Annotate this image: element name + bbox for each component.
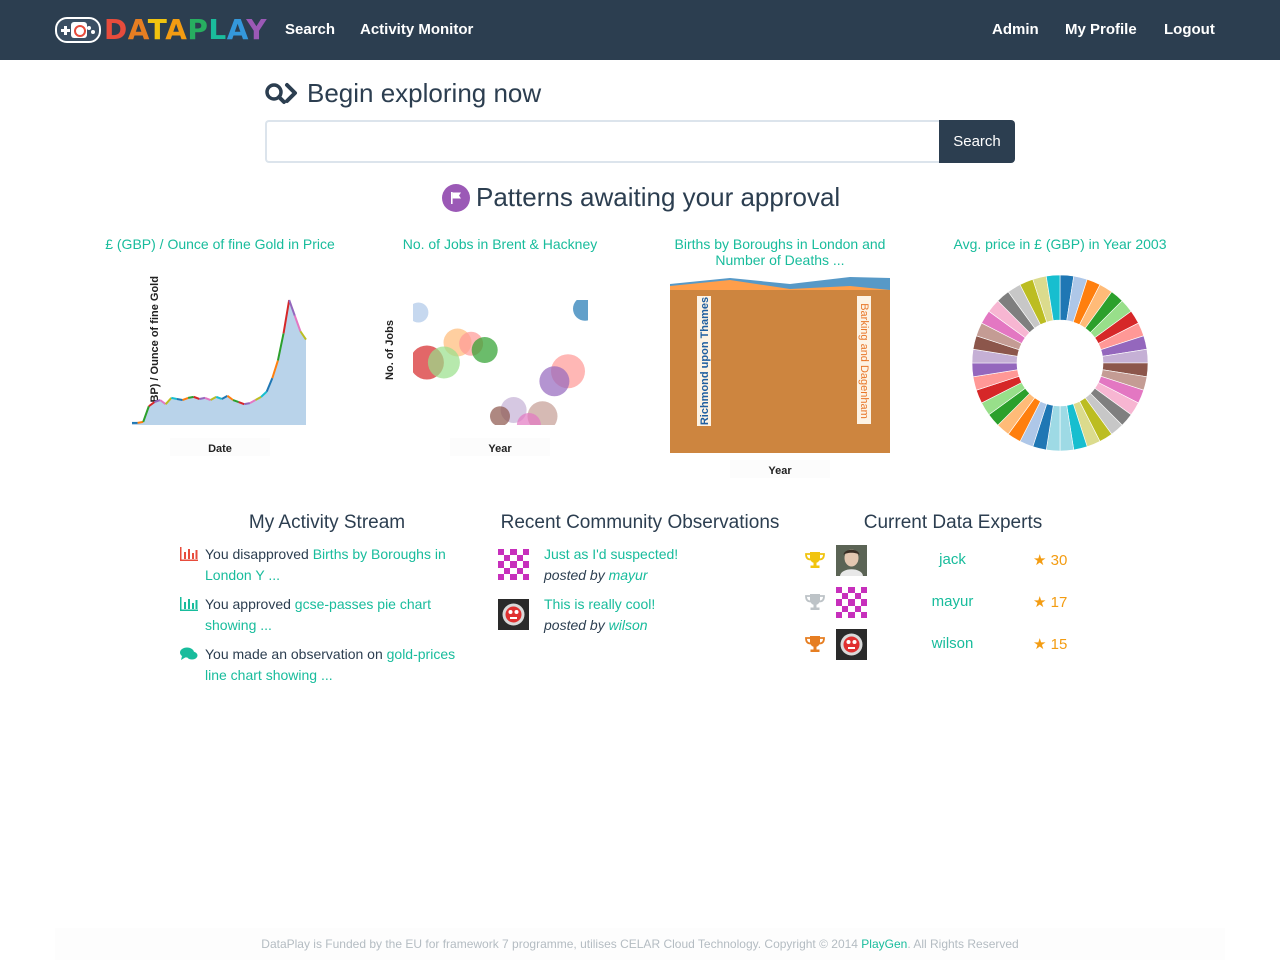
expert-name-link[interactable]: jack <box>905 551 1000 568</box>
donut-plot-area <box>971 274 1149 452</box>
jobs-bubble <box>490 406 510 425</box>
user-avatar[interactable] <box>836 545 867 576</box>
bronze-trophy-icon <box>805 636 825 652</box>
star-icon: ★ <box>1033 594 1047 611</box>
nav-link-logout[interactable]: Logout <box>1164 20 1215 40</box>
births-x-axis-label: Year <box>768 465 792 477</box>
search-input[interactable] <box>265 120 939 163</box>
activity-text: You disapproved <box>205 546 313 562</box>
gamepad-logo-icon <box>55 17 101 43</box>
identicon-avatar[interactable] <box>498 549 529 580</box>
patterns-heading-text: Patterns awaiting your approval <box>476 182 841 212</box>
series-label-barking: Barking and Dagenham <box>858 303 870 419</box>
comments-icon <box>180 647 198 660</box>
expert-score: ★ 17 <box>1033 594 1068 611</box>
footer: DataPlay is Funded by the EU for framewo… <box>55 928 1225 960</box>
gold-line-segment <box>171 396 178 400</box>
gold-line-segment <box>187 395 194 399</box>
avg-price-donut-chart[interactable] <box>965 268 1155 458</box>
search-arrow-icon <box>265 82 297 104</box>
gold-line-segment <box>244 402 251 406</box>
observation-meta: posted by mayur <box>544 567 648 583</box>
flag-icon <box>442 183 470 212</box>
nav-link-activity-monitor[interactable]: Activity Monitor <box>360 20 473 40</box>
nav-link-search[interactable]: Search <box>285 20 335 40</box>
series-label-richmond: Richmond upon Thames <box>699 297 711 425</box>
expert-row: jack ★ 30 <box>805 545 1085 576</box>
experts-heading: Current Data Experts <box>863 512 1043 533</box>
observation-user-link[interactable]: mayur <box>609 567 648 583</box>
bar-chart-icon <box>180 547 198 561</box>
jobs-bubble <box>573 300 588 321</box>
explore-heading-text: Begin exploring now <box>307 78 542 108</box>
star-icon: ★ <box>1033 552 1047 569</box>
brand-logo[interactable]: DATAPLAY <box>55 14 267 46</box>
observation-link[interactable]: Just as I'd suspected! <box>544 544 678 564</box>
jobs-x-axis-label: Year <box>488 443 512 455</box>
expert-name-link[interactable]: wilson <box>905 635 1000 652</box>
births-area-chart[interactable]: Richmond upon Thames Barking and Dagenha… <box>670 276 890 482</box>
jobs-bubble <box>471 337 498 363</box>
expert-row: mayur ★ 17 <box>805 587 1085 618</box>
observation-link[interactable]: This is really cool! <box>544 594 655 614</box>
search-button[interactable]: Search <box>939 120 1015 163</box>
jobs-bubble-chart[interactable]: Year No. of Jobs <box>380 290 595 460</box>
nav-link-admin[interactable]: Admin <box>992 20 1039 40</box>
gold-line-segment <box>176 397 183 401</box>
expert-score: ★ 15 <box>1033 636 1068 653</box>
activity-text: You made an observation on <box>205 646 387 662</box>
user-avatar[interactable] <box>836 629 867 660</box>
playgen-link[interactable]: PlayGen <box>861 937 907 951</box>
expert-name-link[interactable]: mayur <box>905 593 1000 610</box>
jobs-bubble <box>427 346 460 379</box>
footer-text: DataPlay is Funded by the EU for framewo… <box>261 937 862 951</box>
chart-title-births[interactable]: Births by Boroughs in London and Number … <box>650 236 910 268</box>
chart-title-avg-price[interactable]: Avg. price in £ (GBP) in Year 2003 <box>930 236 1190 252</box>
observation-meta: posted by wilson <box>544 617 648 633</box>
jobs-bubble <box>516 413 541 425</box>
user-avatar[interactable] <box>498 599 529 630</box>
gold-trophy-icon <box>805 552 825 568</box>
gold-price-chart[interactable]: Date £ (GBP) / Ounce of fine Gold <box>130 270 320 460</box>
chart-title-gold[interactable]: £ (GBP) / Ounce of fine Gold in Price <box>90 236 350 252</box>
jobs-bubble <box>413 302 429 323</box>
brand-wordmark: DATAPLAY <box>104 13 268 46</box>
bar-chart-icon <box>180 597 198 611</box>
chart-title-jobs[interactable]: No. of Jobs in Brent & Hackney <box>370 236 630 252</box>
gold-line-segment <box>199 396 206 400</box>
gold-x-axis-label: Date <box>208 443 232 455</box>
star-icon: ★ <box>1033 636 1047 653</box>
activity-stream-heading: My Activity Stream <box>248 512 406 533</box>
jobs-y-axis-label: No. of Jobs <box>384 320 396 380</box>
silver-trophy-icon <box>805 594 825 610</box>
explore-heading: Begin exploring now <box>265 78 541 109</box>
observations-heading: Recent Community Observations <box>500 512 780 533</box>
identicon-avatar[interactable] <box>836 587 867 618</box>
jobs-plot-area <box>413 300 588 425</box>
expert-score: ★ 30 <box>1033 552 1068 569</box>
jobs-bubble <box>539 366 570 397</box>
expert-row: wilson ★ 15 <box>805 629 1085 660</box>
observation-user-link[interactable]: wilson <box>609 617 648 633</box>
gold-line-segment <box>137 420 144 424</box>
footer-suffix: . All Rights Reserved <box>907 937 1019 951</box>
navbar: DATAPLAY Search Activity Monitor Admin M… <box>0 0 1280 60</box>
nav-link-my-profile[interactable]: My Profile <box>1065 20 1137 40</box>
patterns-heading: Patterns awaiting your approval <box>442 182 840 213</box>
activity-text: You approved <box>205 596 295 612</box>
